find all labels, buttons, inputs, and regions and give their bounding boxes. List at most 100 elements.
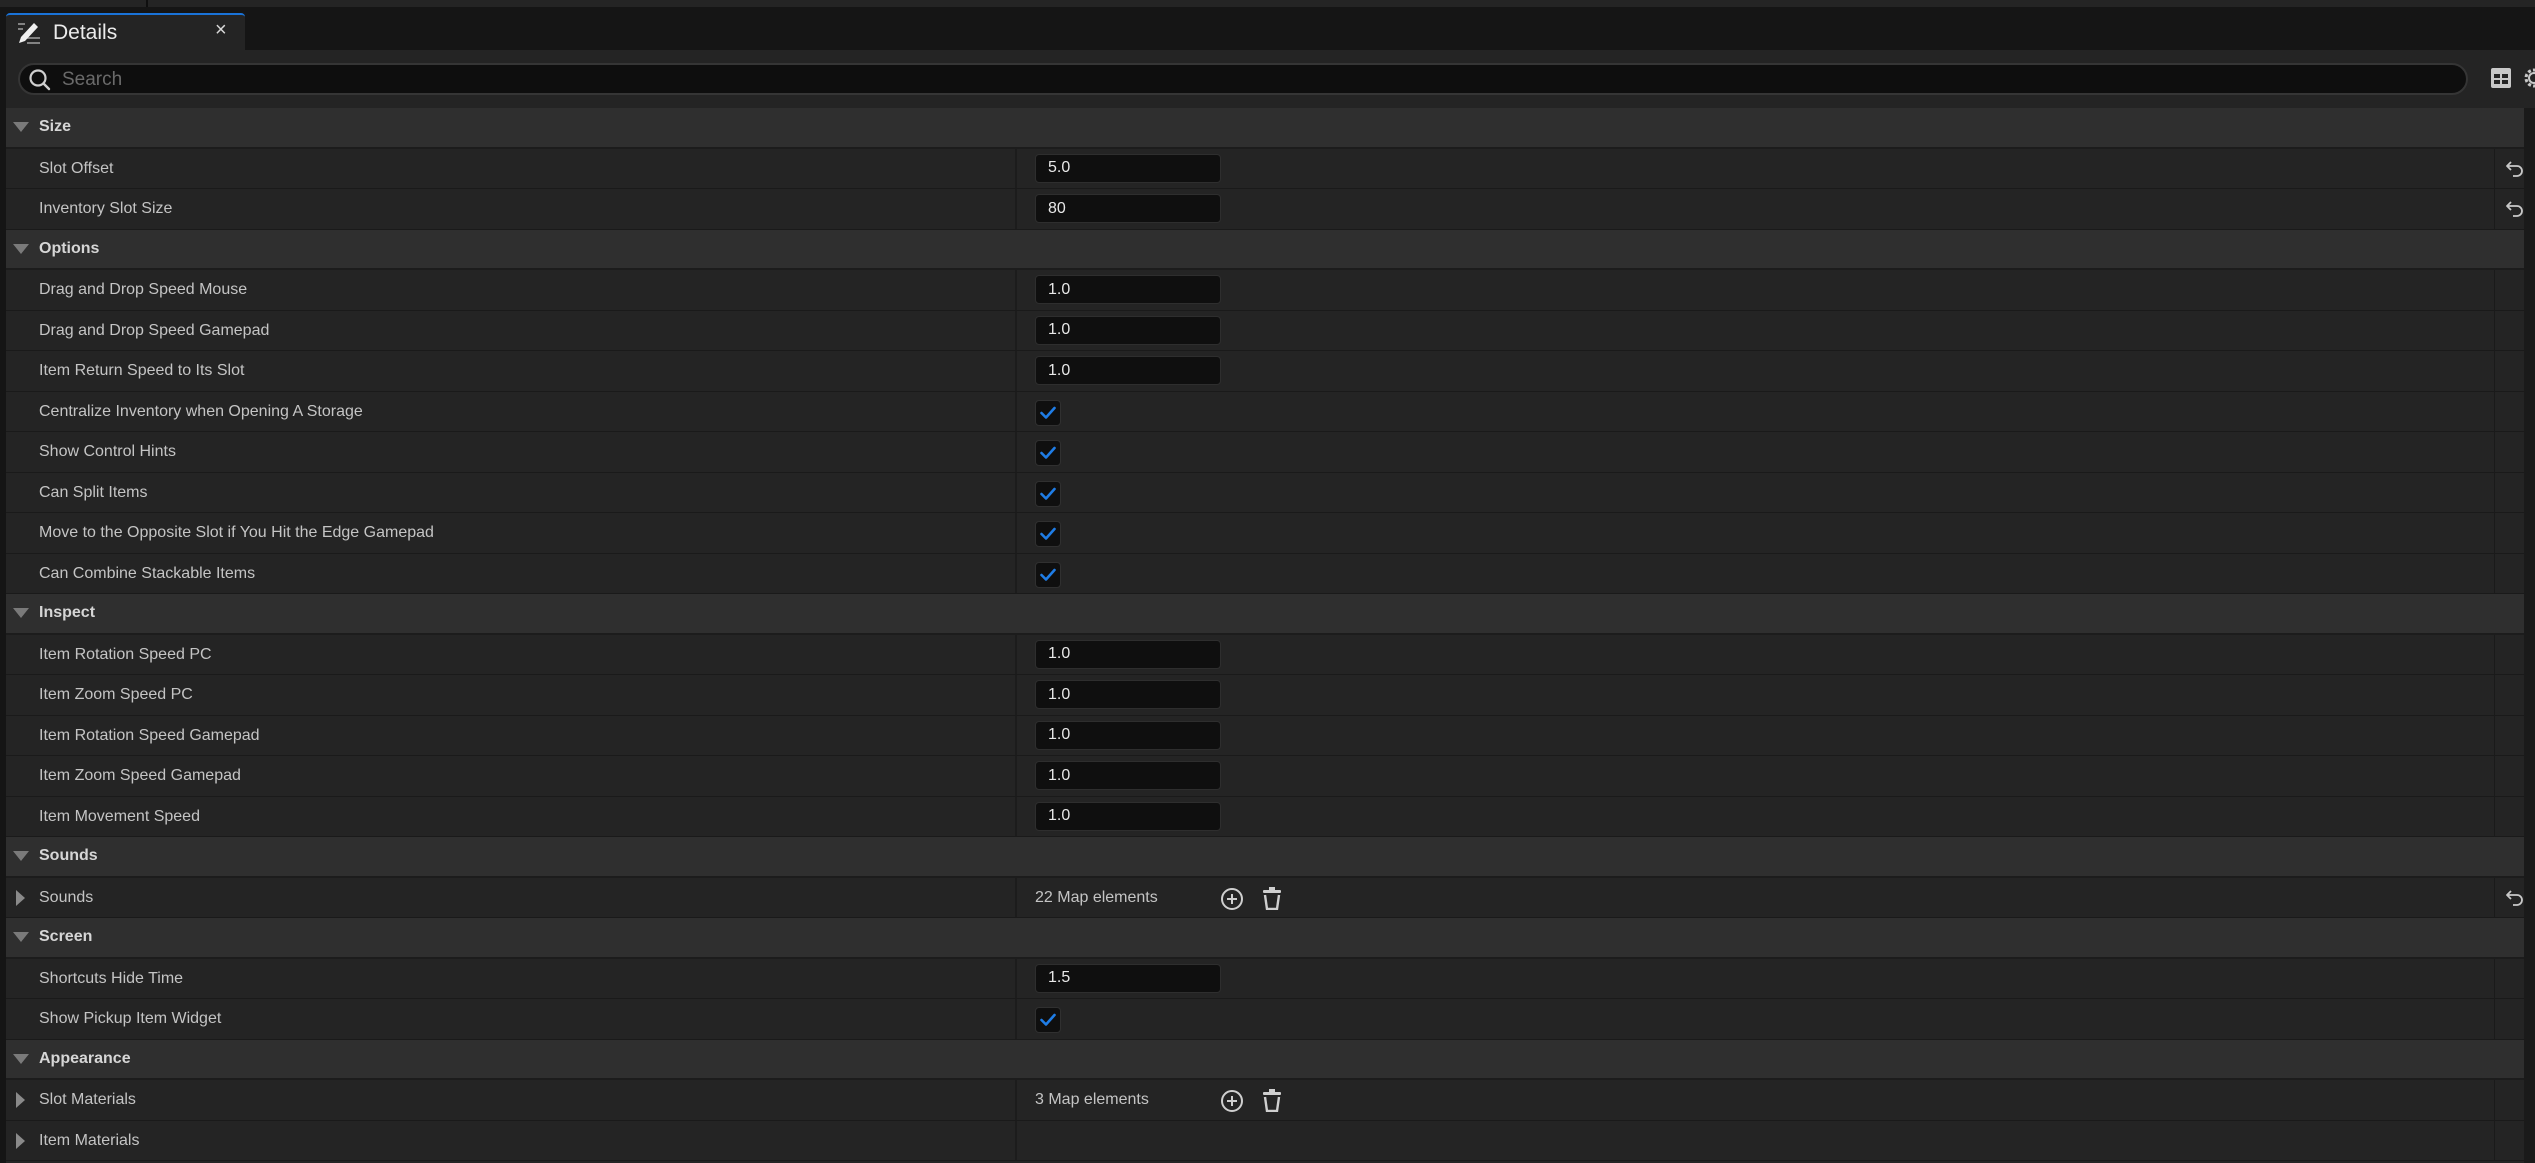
property-row: Slot Offset <box>6 148 2530 189</box>
checkbox[interactable] <box>1035 1007 1061 1033</box>
property-list: Size Slot Offset Inventory Slot Size Option… <box>6 108 2530 1161</box>
property-row: Item Return Speed to Its Slot <box>6 351 2530 392</box>
checkbox[interactable] <box>1035 561 1061 588</box>
column-splitter[interactable] <box>1015 1080 1017 1120</box>
column-splitter[interactable] <box>1015 432 1017 472</box>
caret-down-icon[interactable] <box>13 1053 29 1064</box>
column-splitter[interactable] <box>1015 351 1017 391</box>
search-box[interactable] <box>18 63 2468 95</box>
checkmark-icon <box>1040 446 1056 459</box>
section-title: Appearance <box>39 1049 131 1067</box>
property-label: Shortcuts Hide Time <box>39 969 184 987</box>
reset-column-divider <box>2494 715 2495 755</box>
trash-icon[interactable] <box>1261 1088 1283 1113</box>
property-row: Slot Materials 3 Map elements <box>6 1080 2530 1121</box>
reset-column-divider <box>2494 391 2495 431</box>
reset-to-default-icon[interactable] <box>2505 200 2525 218</box>
caret-right-icon[interactable] <box>16 1092 25 1108</box>
property-label: Sounds <box>39 888 94 906</box>
column-splitter[interactable] <box>1015 472 1017 512</box>
number-input[interactable] <box>1035 275 1221 304</box>
section-header-screen[interactable]: Screen <box>6 918 2530 959</box>
reset-column-divider <box>2494 877 2495 917</box>
caret-down-icon[interactable] <box>13 122 29 132</box>
column-splitter[interactable] <box>1015 756 1017 796</box>
property-row: Can Combine Stackable Items <box>6 553 2530 594</box>
property-row: Show Control Hints <box>6 432 2530 473</box>
column-splitter[interactable] <box>1015 796 1017 836</box>
property-label: Item Rotation Speed PC <box>39 645 212 663</box>
reset-to-default-icon[interactable] <box>2505 889 2525 907</box>
reset-column-divider <box>2494 756 2495 796</box>
section-header-size[interactable]: Size <box>6 108 2530 149</box>
caret-down-icon[interactable] <box>13 932 29 942</box>
reset-column-divider <box>2494 958 2495 998</box>
reset-column-divider <box>2494 1080 2495 1120</box>
number-input[interactable] <box>1035 153 1221 183</box>
checkbox[interactable] <box>1035 521 1061 547</box>
column-splitter[interactable] <box>1015 715 1017 755</box>
column-splitter[interactable] <box>1015 513 1017 553</box>
close-tab-icon[interactable]: × <box>215 19 227 42</box>
reset-to-default-icon[interactable] <box>2505 160 2525 178</box>
gear-icon[interactable] <box>2521 65 2535 91</box>
column-splitter[interactable] <box>1015 675 1017 715</box>
column-splitter[interactable] <box>1015 270 1017 310</box>
caret-right-icon[interactable] <box>16 889 25 906</box>
tab-title: Details <box>53 21 118 44</box>
number-input[interactable] <box>1035 963 1221 993</box>
reset-column-divider <box>2494 472 2495 512</box>
reset-column-divider <box>2494 999 2495 1039</box>
property-label: Item Zoom Speed Gamepad <box>39 767 241 784</box>
number-input[interactable] <box>1035 680 1221 709</box>
add-element-icon[interactable] <box>1220 887 1244 911</box>
column-splitter[interactable] <box>1015 189 1017 229</box>
number-input[interactable] <box>1035 801 1221 831</box>
section-header-options[interactable]: Options <box>6 229 2530 270</box>
checkbox[interactable] <box>1035 399 1061 426</box>
property-label: Move to the Opposite Slot if You Hit the… <box>39 524 434 541</box>
trash-icon[interactable] <box>1261 886 1283 910</box>
property-row: Item Zoom Speed Gamepad <box>6 756 2530 797</box>
column-splitter[interactable] <box>1015 553 1017 593</box>
edit-details-icon <box>18 23 40 44</box>
table-view-icon[interactable] <box>2489 66 2513 90</box>
caret-right-icon[interactable] <box>16 1132 25 1149</box>
section-title: Screen <box>39 928 93 945</box>
number-input[interactable] <box>1035 356 1221 385</box>
tab-bar <box>0 7 2535 50</box>
column-splitter[interactable] <box>1015 999 1017 1039</box>
column-splitter[interactable] <box>1015 148 1017 188</box>
column-splitter[interactable] <box>1015 1120 1017 1160</box>
caret-down-icon[interactable] <box>13 851 29 861</box>
tab-details[interactable]: Details × <box>6 13 245 50</box>
column-splitter[interactable] <box>1015 958 1017 998</box>
section-header-appearance[interactable]: Appearance <box>6 1039 2530 1080</box>
reset-column-divider <box>2494 634 2495 674</box>
column-splitter[interactable] <box>1015 877 1017 917</box>
search-input[interactable] <box>60 65 2444 95</box>
add-element-icon[interactable] <box>1220 1089 1244 1113</box>
column-splitter[interactable] <box>1015 391 1017 431</box>
checkbox[interactable] <box>1035 480 1061 507</box>
number-input[interactable] <box>1035 315 1221 345</box>
caret-down-icon[interactable] <box>13 243 29 254</box>
reset-column-divider <box>2494 1120 2495 1160</box>
caret-down-icon[interactable] <box>13 608 29 618</box>
property-label: Show Control Hints <box>39 443 176 460</box>
property-row: Inventory Slot Size <box>6 189 2530 230</box>
number-input[interactable] <box>1035 194 1221 223</box>
number-input[interactable] <box>1035 639 1221 669</box>
number-input[interactable] <box>1035 761 1221 790</box>
section-header-sounds[interactable]: Sounds <box>6 837 2530 878</box>
column-splitter[interactable] <box>1015 634 1017 674</box>
section-header-inspect[interactable]: Inspect <box>6 594 2530 635</box>
section-title: Size <box>39 118 72 135</box>
reset-column-divider <box>2494 148 2495 188</box>
checkbox[interactable] <box>1035 440 1061 466</box>
reset-column-divider <box>2494 553 2495 593</box>
column-splitter[interactable] <box>1015 310 1017 350</box>
number-input[interactable] <box>1035 720 1221 750</box>
scrollbar-track[interactable] <box>2524 108 2535 1163</box>
section-title: Inspect <box>39 604 96 621</box>
